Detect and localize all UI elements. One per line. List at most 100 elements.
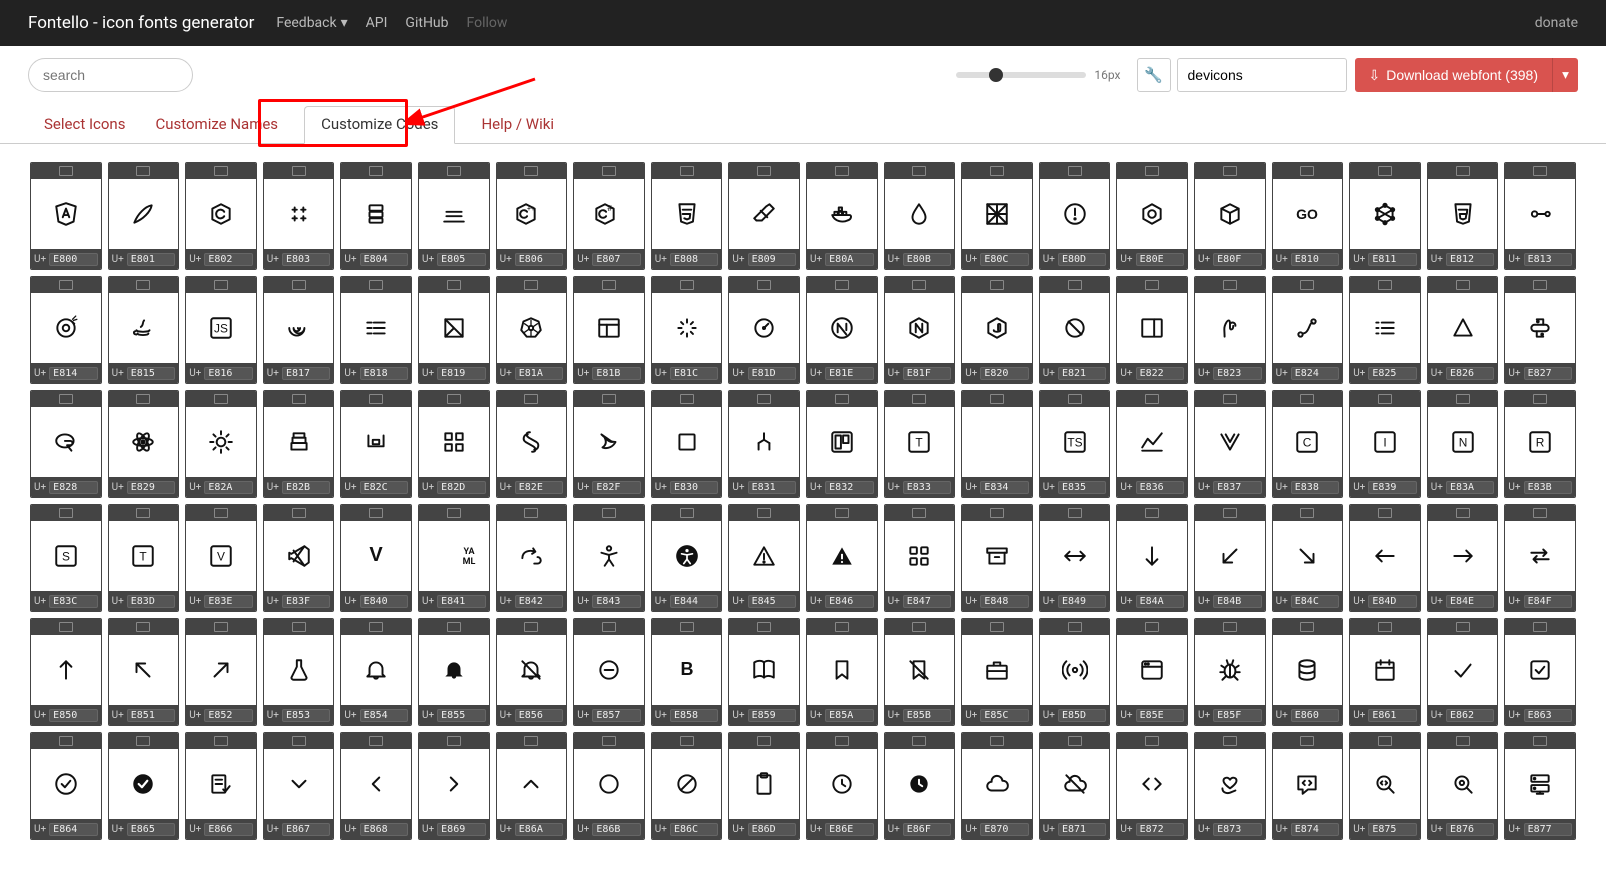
- icon-cell[interactable]: U+ E862: [1427, 618, 1499, 726]
- unicode-code-input[interactable]: E828: [49, 481, 97, 494]
- icon-cell[interactable]: U+ E811: [1349, 162, 1421, 270]
- icon-cell[interactable]: U+ E803: [263, 162, 335, 270]
- nav-github[interactable]: GitHub: [405, 15, 448, 31]
- icon-cell[interactable]: U+ E834: [961, 390, 1033, 498]
- unicode-code-input[interactable]: E837: [1213, 481, 1261, 494]
- icon-cell[interactable]: U+ E817: [263, 276, 335, 384]
- icon-cell[interactable]: U+ E81F: [884, 276, 956, 384]
- unicode-code-input[interactable]: E84D: [1368, 595, 1416, 608]
- icon-cell[interactable]: U+ E80C: [961, 162, 1033, 270]
- icon-cell[interactable]: U+ E851: [108, 618, 180, 726]
- unicode-code-input[interactable]: E831: [748, 481, 796, 494]
- unicode-code-input[interactable]: E83A: [1446, 481, 1494, 494]
- unicode-code-input[interactable]: E814: [49, 367, 97, 380]
- icon-cell[interactable]: U+ E867: [263, 732, 335, 840]
- unicode-code-input[interactable]: E862: [1446, 709, 1494, 722]
- icon-cell[interactable]: T U+ E833: [884, 390, 956, 498]
- icon-cell[interactable]: U+ E84C: [1272, 504, 1344, 612]
- icon-cell[interactable]: U+ E84F: [1504, 504, 1576, 612]
- unicode-code-input[interactable]: E825: [1368, 367, 1416, 380]
- unicode-code-input[interactable]: E868: [360, 823, 408, 836]
- icon-cell[interactable]: U+ E863: [1504, 618, 1576, 726]
- unicode-code-input[interactable]: E821: [1058, 367, 1106, 380]
- icon-cell[interactable]: U+ E85B: [884, 618, 956, 726]
- icon-cell[interactable]: U+ E800: [30, 162, 102, 270]
- unicode-code-input[interactable]: E826: [1446, 367, 1494, 380]
- icon-cell[interactable]: U+ E86C: [651, 732, 723, 840]
- unicode-code-input[interactable]: E81B: [592, 367, 640, 380]
- icon-cell[interactable]: U+ E857: [573, 618, 645, 726]
- unicode-code-input[interactable]: E854: [360, 709, 408, 722]
- tab-help-wiki[interactable]: Help / Wiki: [477, 107, 558, 143]
- icon-cell[interactable]: N U+ E83A: [1427, 390, 1499, 498]
- download-webfont-button[interactable]: ⇩ Download webfont (398): [1355, 58, 1553, 92]
- icon-cell[interactable]: U+ E83F: [263, 504, 335, 612]
- icon-cell[interactable]: U+ E873: [1194, 732, 1266, 840]
- unicode-code-input[interactable]: E817: [282, 367, 330, 380]
- icon-cell[interactable]: U+ E823: [1194, 276, 1266, 384]
- icon-cell[interactable]: U+ E848: [961, 504, 1033, 612]
- unicode-code-input[interactable]: E838: [1291, 481, 1339, 494]
- unicode-code-input[interactable]: E820: [980, 367, 1028, 380]
- icon-cell[interactable]: TS U+ E835: [1039, 390, 1111, 498]
- icon-cell[interactable]: U+ E826: [1427, 276, 1499, 384]
- icon-cell[interactable]: U+ E84A: [1116, 504, 1188, 612]
- icon-cell[interactable]: U+ E830: [651, 390, 723, 498]
- icon-cell[interactable]: U+ E809: [728, 162, 800, 270]
- unicode-code-input[interactable]: E804: [360, 253, 408, 266]
- unicode-code-input[interactable]: E863: [1524, 709, 1572, 722]
- icon-cell[interactable]: U+ E865: [108, 732, 180, 840]
- unicode-code-input[interactable]: E874: [1291, 823, 1339, 836]
- icon-cell[interactable]: U+ E843: [573, 504, 645, 612]
- icon-cell[interactable]: U+ E831: [728, 390, 800, 498]
- unicode-code-input[interactable]: E86B: [592, 823, 640, 836]
- icon-cell[interactable]: U+ E868: [340, 732, 412, 840]
- unicode-code-input[interactable]: E876: [1446, 823, 1494, 836]
- unicode-code-input[interactable]: E86C: [670, 823, 718, 836]
- icon-cell[interactable]: U+ E80F: [1194, 162, 1266, 270]
- icon-cell[interactable]: U+ E81D: [728, 276, 800, 384]
- unicode-code-input[interactable]: E852: [204, 709, 252, 722]
- icon-cell[interactable]: U+ E804: [340, 162, 412, 270]
- unicode-code-input[interactable]: E819: [437, 367, 485, 380]
- tab-customize-codes[interactable]: Customize Codes: [304, 106, 455, 144]
- icon-cell[interactable]: U+ E852: [185, 618, 257, 726]
- tab-customize-names[interactable]: Customize Names: [151, 107, 282, 143]
- nav-api[interactable]: API: [366, 15, 388, 31]
- unicode-code-input[interactable]: E85D: [1058, 709, 1106, 722]
- unicode-code-input[interactable]: E82E: [515, 481, 563, 494]
- unicode-code-input[interactable]: E80B: [903, 253, 951, 266]
- icon-cell[interactable]: U+ E85C: [961, 618, 1033, 726]
- unicode-code-input[interactable]: E81C: [670, 367, 718, 380]
- icon-cell[interactable]: U+ E844: [651, 504, 723, 612]
- unicode-code-input[interactable]: E85A: [825, 709, 873, 722]
- unicode-code-input[interactable]: E860: [1291, 709, 1339, 722]
- icon-cell[interactable]: U+ E815: [108, 276, 180, 384]
- icon-cell[interactable]: YAML U+ E841: [418, 504, 490, 612]
- unicode-code-input[interactable]: E829: [127, 481, 175, 494]
- unicode-code-input[interactable]: E858: [670, 709, 718, 722]
- unicode-code-input[interactable]: E849: [1058, 595, 1106, 608]
- icon-cell[interactable]: U+ E81B: [573, 276, 645, 384]
- unicode-code-input[interactable]: E80F: [1213, 253, 1261, 266]
- unicode-code-input[interactable]: E823: [1213, 367, 1261, 380]
- nav-feedback[interactable]: Feedback▾: [276, 15, 347, 31]
- unicode-code-input[interactable]: E873: [1213, 823, 1261, 836]
- unicode-code-input[interactable]: E84B: [1213, 595, 1261, 608]
- unicode-code-input[interactable]: E841: [437, 595, 485, 608]
- unicode-code-input[interactable]: E877: [1524, 823, 1572, 836]
- icon-cell[interactable]: U+ E824: [1272, 276, 1344, 384]
- icon-cell[interactable]: U+ E842: [496, 504, 568, 612]
- unicode-code-input[interactable]: E83D: [127, 595, 175, 608]
- unicode-code-input[interactable]: E861: [1368, 709, 1416, 722]
- icon-cell[interactable]: U+ E80D: [1039, 162, 1111, 270]
- unicode-code-input[interactable]: E855: [437, 709, 485, 722]
- unicode-code-input[interactable]: E82D: [437, 481, 485, 494]
- icon-cell[interactable]: U+ E82C: [340, 390, 412, 498]
- unicode-code-input[interactable]: E81E: [825, 367, 873, 380]
- unicode-code-input[interactable]: E845: [748, 595, 796, 608]
- unicode-code-input[interactable]: E864: [49, 823, 97, 836]
- unicode-code-input[interactable]: E80A: [825, 253, 873, 266]
- tab-select-icons[interactable]: Select Icons: [40, 107, 129, 143]
- icon-cell[interactable]: U+ E866: [185, 732, 257, 840]
